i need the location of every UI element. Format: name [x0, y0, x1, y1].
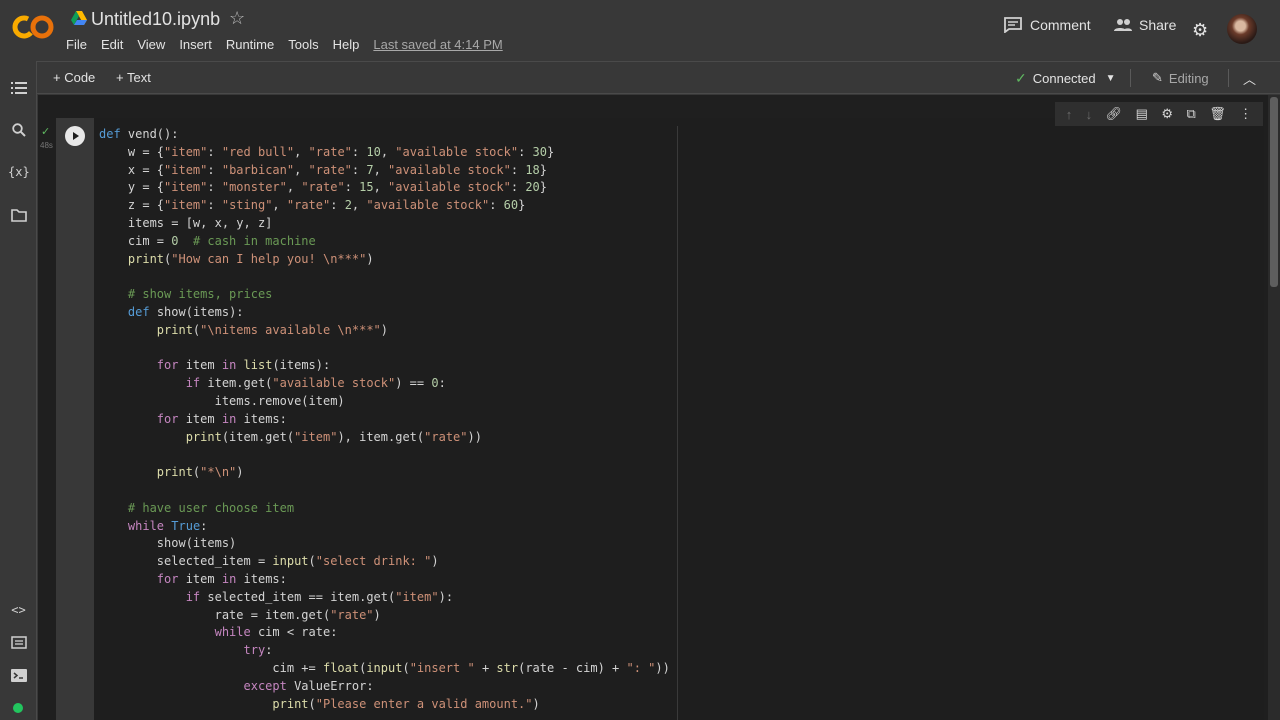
runtime-status-button[interactable]: ✓ Connected ▼: [1015, 70, 1116, 87]
colab-logo-icon[interactable]: [12, 12, 54, 42]
app-header: Untitled10.ipynb ☆ File Edit View Insert…: [0, 0, 1280, 61]
code-line[interactable]: y = {"item": "monster", "rate": 15, "ava…: [99, 179, 670, 197]
comment-label: Comment: [1030, 17, 1091, 33]
share-label: Share: [1139, 17, 1177, 33]
comment-button[interactable]: Comment: [1004, 17, 1091, 33]
code-line[interactable]: items = [w, x, y, z]: [99, 215, 670, 233]
star-icon[interactable]: ☆: [229, 8, 245, 29]
settings-gear-icon[interactable]: ⚙: [1192, 20, 1208, 41]
mirror-cell-icon[interactable]: ⧉: [1186, 106, 1195, 122]
run-cell-button[interactable]: [65, 126, 85, 146]
line-length-ruler: [677, 126, 678, 720]
variables-icon[interactable]: {x}: [8, 165, 30, 183]
comment-cell-icon[interactable]: ▤: [1136, 106, 1148, 122]
more-options-icon[interactable]: ⋮: [1239, 106, 1252, 122]
menu-bar: File Edit View Insert Runtime Tools Help…: [66, 37, 517, 52]
pencil-icon: ✎: [1152, 70, 1163, 85]
code-line[interactable]: show(items): [99, 535, 670, 553]
add-code-button[interactable]: + Code: [53, 70, 95, 85]
menu-runtime[interactable]: Runtime: [226, 37, 274, 52]
add-text-button[interactable]: + Text: [116, 70, 151, 85]
left-sidebar: {x} <>: [0, 61, 37, 720]
search-icon[interactable]: [8, 123, 29, 141]
code-line[interactable]: [99, 482, 670, 500]
command-palette-icon[interactable]: [8, 636, 29, 654]
code-line[interactable]: # have user choose item: [99, 500, 670, 518]
notebook-title[interactable]: Untitled10.ipynb: [91, 9, 220, 30]
last-saved-link[interactable]: Last saved at 4:14 PM: [373, 37, 502, 52]
code-line[interactable]: for item in list(items):: [99, 357, 670, 375]
code-snippets-icon[interactable]: <>: [8, 603, 29, 621]
code-line[interactable]: cim = 0 # cash in machine: [99, 233, 670, 251]
terminal-icon[interactable]: [8, 669, 29, 687]
code-line[interactable]: def show(items):: [99, 304, 670, 322]
code-line[interactable]: if item.get("available stock") == 0:: [99, 375, 670, 393]
move-up-arrow-icon[interactable]: ↑: [1066, 107, 1073, 122]
menu-insert[interactable]: Insert: [179, 37, 212, 52]
code-line[interactable]: z = {"item": "sting", "rate": 2, "availa…: [99, 197, 670, 215]
table-of-contents-icon[interactable]: [8, 81, 29, 99]
code-line[interactable]: x = {"item": "barbican", "rate": 7, "ava…: [99, 162, 670, 180]
cell-settings-gear-icon[interactable]: ⚙: [1161, 106, 1173, 122]
vertical-scrollbar[interactable]: [1268, 95, 1280, 720]
code-line[interactable]: if selected_item == item.get("item"):: [99, 589, 670, 607]
chevron-down-icon[interactable]: ▼: [1106, 73, 1116, 84]
code-editor[interactable]: def vend(): w = {"item": "red bull", "ra…: [99, 126, 670, 713]
execution-time: 48s: [40, 141, 53, 150]
code-line[interactable]: [99, 340, 670, 358]
menu-view[interactable]: View: [137, 37, 165, 52]
code-line[interactable]: [99, 446, 670, 464]
menu-edit[interactable]: Edit: [101, 37, 123, 52]
code-line[interactable]: w = {"item": "red bull", "rate": 10, "av…: [99, 144, 670, 162]
drive-icon: [71, 11, 87, 25]
runtime-status-dot: [13, 703, 23, 713]
code-line[interactable]: print(item.get("item"), item.get("rate")…: [99, 429, 670, 447]
people-icon: [1114, 19, 1132, 31]
cell-toolbar: ↑ ↓ 🔗︎ ▤ ⚙ ⧉ 🗑︎ ⋮: [1055, 102, 1263, 126]
code-line[interactable]: print("How can I help you! \n***"): [99, 251, 670, 269]
code-line[interactable]: print("Please enter a valid amount."): [99, 696, 670, 714]
code-line[interactable]: rate = item.get("rate"): [99, 607, 670, 625]
code-line[interactable]: for item in items:: [99, 571, 670, 589]
notebook-toolbar: + Code + Text ✓ Connected ▼ ✎ Editing ︿: [37, 61, 1280, 94]
collapse-chevron-up-icon[interactable]: ︿: [1243, 69, 1256, 88]
scrollbar-thumb[interactable]: [1270, 97, 1278, 287]
code-line[interactable]: print("*\n"): [99, 464, 670, 482]
link-icon[interactable]: 🔗︎: [1106, 106, 1123, 122]
code-line[interactable]: selected_item = input("select drink: "): [99, 553, 670, 571]
menu-help[interactable]: Help: [333, 37, 360, 52]
delete-icon[interactable]: 🗑︎: [1209, 106, 1226, 122]
comment-icon: [1004, 17, 1022, 33]
code-line[interactable]: print("\nitems available \n***"): [99, 322, 670, 340]
toolbar-divider: [1130, 69, 1131, 87]
editing-label: Editing: [1168, 70, 1209, 86]
avatar[interactable]: [1227, 14, 1257, 44]
share-button[interactable]: Share: [1113, 17, 1176, 33]
folder-icon[interactable]: [8, 209, 29, 227]
code-line[interactable]: try:: [99, 642, 670, 660]
code-line[interactable]: def vend():: [99, 126, 670, 144]
toolbar-divider: [1228, 69, 1229, 87]
code-line[interactable]: cim += float(input("insert " + str(rate …: [99, 660, 669, 678]
menu-file[interactable]: File: [66, 37, 87, 52]
code-line[interactable]: # show items, prices: [99, 286, 670, 304]
editing-mode-button[interactable]: ✎ Editing: [1152, 70, 1209, 86]
executed-check-icon: ✓: [41, 126, 51, 138]
check-icon: ✓: [1015, 70, 1027, 86]
code-line[interactable]: for item in items:: [99, 411, 670, 429]
code-line[interactable]: [99, 268, 670, 286]
move-down-arrow-icon[interactable]: ↓: [1086, 107, 1093, 122]
connected-label: Connected: [1032, 71, 1096, 86]
code-line[interactable]: except ValueError:: [99, 678, 670, 696]
menu-tools[interactable]: Tools: [288, 37, 318, 52]
cell-gutter: [56, 118, 94, 720]
code-line[interactable]: while True:: [99, 518, 670, 536]
code-line[interactable]: while cim < rate:: [99, 624, 670, 642]
code-line[interactable]: items.remove(item): [99, 393, 670, 411]
